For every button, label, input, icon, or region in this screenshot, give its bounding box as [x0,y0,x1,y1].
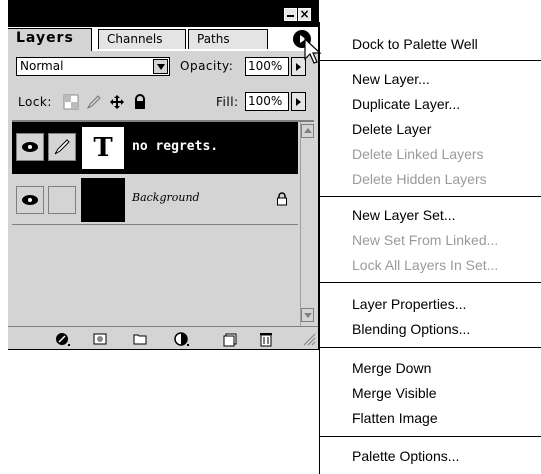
palette-bottom-bar [8,326,318,350]
resize-grip-icon[interactable] [302,332,316,346]
new-set-icon[interactable] [132,331,148,347]
lock-icon [277,192,287,206]
menu-item-dock-to-palette-well[interactable]: Dock to Palette Well [352,36,478,52]
tab-paths[interactable]: Paths [188,29,268,49]
blend-mode-value: Normal [20,59,64,73]
layer-name[interactable]: Background [132,191,200,204]
blend-mode-select[interactable]: Normal [16,57,170,76]
menu-item-palette-options[interactable]: Palette Options... [352,448,459,464]
link-cell[interactable] [48,186,76,214]
opacity-label: Opacity: [180,59,234,73]
menu-item-duplicate-layer[interactable]: Duplicate Layer... [352,96,460,112]
palette-flyout-menu: Dock to Palette Well New Layer... Duplic… [319,22,541,474]
menu-item-new-layer-set[interactable]: New Layer Set... [352,207,456,223]
chevron-down-icon[interactable] [153,59,168,74]
layer-row-background[interactable]: Background [12,175,298,225]
trash-icon[interactable] [258,331,274,347]
palette-tabs: Channels Paths Layers [8,27,318,51]
menu-separator [320,60,541,61]
menu-item-delete-layer[interactable]: Delete Layer [352,121,431,137]
layer-list: T no regrets. Background [12,120,314,326]
eye-icon[interactable] [16,133,44,161]
menu-item-layer-properties[interactable]: Layer Properties... [352,296,466,312]
layer-row-text[interactable]: T no regrets. [12,122,298,174]
menu-separator [320,196,541,197]
menu-item-delete-linked-layers: Delete Linked Layers [352,146,484,162]
lock-position-move-icon[interactable] [109,94,125,110]
lock-all-icon[interactable] [132,94,148,110]
mask-icon[interactable] [92,331,108,347]
lock-image-brush-icon[interactable] [86,94,102,110]
tab-channels[interactable]: Channels [98,29,186,49]
scroll-up-icon[interactable] [301,124,314,138]
layer-thumbnail[interactable] [81,178,125,222]
layer-name[interactable]: no regrets. [132,139,218,154]
mouse-pointer-icon [304,38,322,64]
menu-item-delete-hidden-layers: Delete Hidden Layers [352,171,487,187]
menu-item-lock-all-layers-in-set: Lock All Layers In Set... [352,257,499,273]
tab-layers[interactable]: Layers [8,28,92,51]
menu-separator [320,436,541,437]
opacity-field[interactable]: 100% [245,57,289,76]
palette-title-bar[interactable]: × [8,0,318,27]
fill-slider-arrow-icon[interactable] [291,92,306,111]
layer-thumbnail[interactable]: T [81,126,125,170]
close-icon: × [299,7,310,21]
close-button[interactable]: × [298,7,311,21]
menu-item-blending-options[interactable]: Blending Options... [352,321,470,337]
menu-item-new-set-from-linked: New Set From Linked... [352,232,499,248]
minimize-button[interactable] [284,8,297,21]
fill-label: Fill: [216,95,239,109]
menu-item-merge-visible[interactable]: Merge Visible [352,385,437,401]
lock-transparency-icon[interactable] [63,94,79,110]
layers-palette: × Channels Paths Layers Normal Opacity: … [8,0,319,350]
menu-item-flatten-image[interactable]: Flatten Image [352,410,438,426]
layer-style-icon[interactable] [55,331,71,347]
lock-label: Lock: [18,95,52,109]
layer-list-scrollbar[interactable] [300,122,314,326]
new-layer-icon[interactable] [222,331,238,347]
menu-item-merge-down[interactable]: Merge Down [352,360,431,376]
lock-row: Lock: Fill: 100% [8,90,318,114]
fill-field[interactable]: 100% [245,92,289,111]
menu-item-new-layer[interactable]: New Layer... [352,71,430,87]
adjustment-layer-icon[interactable] [174,331,190,347]
blend-options-row: Normal Opacity: 100% [8,55,318,79]
scroll-down-icon[interactable] [301,308,314,322]
menu-separator [320,282,541,283]
eye-icon[interactable] [16,186,44,214]
paintbrush-icon[interactable] [48,133,76,161]
menu-separator [320,347,541,348]
